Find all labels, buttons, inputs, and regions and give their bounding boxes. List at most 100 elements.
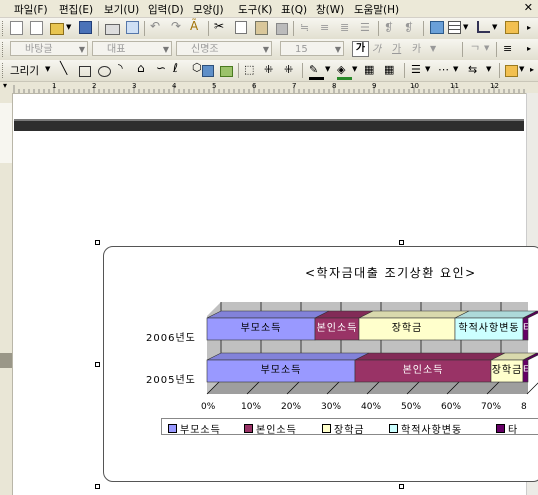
x-tick-label: 30%: [321, 402, 342, 412]
bar-data-label: 부모소득: [240, 323, 282, 334]
toolbar-options-icon[interactable]: ▸: [527, 44, 538, 58]
toolbar-options-icon[interactable]: ▸: [530, 65, 538, 79]
toolbar-grip[interactable]: [2, 42, 6, 57]
legend-swatch: [244, 424, 253, 433]
resize-handle[interactable]: [95, 362, 100, 367]
preview-icon[interactable]: [126, 21, 139, 34]
arrow-style-icon[interactable]: ⇆: [468, 63, 483, 77]
italic-button[interactable]: 가: [372, 42, 387, 56]
bar-data-label: 본인소득: [402, 365, 444, 376]
memo-icon[interactable]: ❡: [404, 21, 419, 35]
open-icon[interactable]: [50, 23, 64, 35]
insert-picture-icon[interactable]: [430, 21, 444, 34]
ungroup-icon[interactable]: ⁜: [284, 63, 299, 77]
rectangle-icon[interactable]: [79, 66, 91, 77]
send-backward-icon[interactable]: ▦: [384, 63, 399, 77]
object-properties-icon[interactable]: [505, 65, 518, 77]
menu-window[interactable]: 창(W): [316, 2, 344, 17]
chart-legend: 부모소득 본인소득 장학금 학적사항변동 타: [161, 418, 538, 436]
insert-chart-icon[interactable]: [477, 21, 490, 33]
menu-table[interactable]: 표(Q): [281, 2, 307, 17]
undo-icon[interactable]: ↶: [150, 19, 165, 33]
copy-icon[interactable]: [235, 21, 247, 34]
draw-menu-label[interactable]: 그리기: [10, 63, 39, 78]
legend-item: 본인소득: [244, 421, 297, 436]
menu-format[interactable]: 모양(J): [193, 2, 224, 17]
page-header-bar: [14, 119, 524, 131]
cut-icon[interactable]: ✂: [214, 19, 229, 33]
dash-style-dropdown-icon[interactable]: ▼: [453, 65, 468, 79]
formatting-toolbar: 바탕글 ▼ 대표 ▼ 신명조 ▼ 15 ▼ 가 가 가 카 ▼ ᄀ ▼ ≡ ▸: [0, 39, 538, 61]
paste-icon[interactable]: [255, 21, 268, 35]
menu-edit[interactable]: 편집(E): [59, 2, 93, 17]
font-combo-value: 신명조: [191, 44, 219, 55]
line-style-icon[interactable]: ☰: [411, 63, 426, 77]
more-format-dropdown-icon[interactable]: ▼: [430, 44, 445, 58]
bookmark-icon[interactable]: ≒: [300, 21, 315, 35]
menu-insert[interactable]: 입력(D): [148, 2, 184, 17]
vertical-ruler[interactable]: [0, 93, 13, 495]
insert-field-icon[interactable]: ≣: [340, 21, 355, 35]
text-color-icon[interactable]: ᄀ: [470, 42, 485, 57]
ellipse-icon[interactable]: [98, 66, 111, 77]
new-window-icon[interactable]: [30, 21, 43, 35]
close-document-icon[interactable]: ✕: [524, 1, 533, 14]
arc-icon[interactable]: ◝: [118, 61, 133, 75]
draw-objects-icon[interactable]: [505, 21, 519, 34]
format-painter-icon[interactable]: [276, 23, 288, 35]
horizontal-ruler[interactable]: ▾ 1 2 3 4 5 6 7 8 9 10 11 12: [0, 81, 538, 94]
outline-icon[interactable]: ≡: [320, 21, 335, 35]
x-tick-label: 0%: [201, 402, 216, 412]
line-icon[interactable]: ╲: [60, 61, 75, 75]
align-justify-icon[interactable]: ≡: [503, 42, 518, 56]
fill-color-icon[interactable]: ◈: [337, 63, 352, 80]
menu-bar: 파일(F) 편집(E) 보기(U) 입력(D) 모양(J) 도구(K) 표(Q)…: [0, 0, 538, 18]
bold-button[interactable]: 가: [352, 41, 369, 57]
toolbar-grip[interactable]: [2, 63, 6, 78]
underline-button[interactable]: 가: [392, 42, 407, 56]
polygon-icon[interactable]: ⌂: [137, 61, 152, 75]
font-combo[interactable]: 신명조 ▼: [176, 41, 272, 56]
select-object-icon[interactable]: ⬚: [244, 63, 259, 77]
bring-forward-icon[interactable]: ▦: [364, 63, 379, 77]
resize-handle[interactable]: [399, 240, 404, 245]
style-combo-value: 바탕글: [25, 44, 53, 55]
toolbar-grip[interactable]: [2, 21, 6, 36]
dash-style-icon[interactable]: ⋯: [438, 63, 453, 77]
style-combo[interactable]: 바탕글 ▼: [10, 41, 88, 56]
print-icon[interactable]: [105, 24, 120, 35]
menu-help[interactable]: 도움말(H): [354, 2, 399, 17]
hyperlink-icon[interactable]: ❡: [384, 21, 399, 35]
toolbar-options-icon[interactable]: ▸: [527, 23, 538, 37]
resize-handle[interactable]: [399, 484, 404, 489]
resize-handle[interactable]: [95, 240, 100, 245]
table-dropdown-icon[interactable]: ▼: [463, 23, 478, 37]
freehand-icon[interactable]: ℓ: [173, 61, 188, 75]
list-icon[interactable]: ☰: [360, 21, 375, 35]
menu-view[interactable]: 보기(U): [104, 2, 139, 17]
save-icon[interactable]: [79, 21, 92, 34]
ruler-number: 9: [372, 82, 377, 90]
font-type-combo[interactable]: 대표 ▼: [92, 41, 172, 56]
resize-handle[interactable]: [95, 484, 100, 489]
category-label: 2005년도: [146, 375, 196, 386]
draw-menu-dropdown-icon[interactable]: ▼: [45, 65, 60, 79]
font-size-combo[interactable]: 15 ▼: [280, 41, 344, 56]
picture-icon[interactable]: [220, 66, 233, 77]
menu-tools[interactable]: 도구(K): [238, 2, 272, 17]
find-icon[interactable]: Ã: [190, 19, 205, 33]
x-tick-label: 8: [521, 402, 527, 412]
tab-stop-icon[interactable]: ▾: [3, 81, 7, 90]
group-icon[interactable]: ⁜: [264, 63, 279, 77]
curve-icon[interactable]: ∽: [156, 61, 171, 75]
insert-table-icon[interactable]: [448, 21, 461, 34]
category-label: 2006년도: [146, 333, 196, 344]
redo-icon[interactable]: ↷: [171, 19, 186, 33]
strike-button[interactable]: 카: [412, 42, 427, 56]
x-tick-label: 60%: [441, 402, 462, 412]
new-document-icon[interactable]: [10, 21, 23, 35]
bar-data-label: 장학금: [491, 365, 523, 376]
menu-file[interactable]: 파일(F): [14, 2, 48, 17]
textbox-icon[interactable]: [202, 65, 214, 77]
line-color-icon[interactable]: ✎: [309, 63, 324, 80]
